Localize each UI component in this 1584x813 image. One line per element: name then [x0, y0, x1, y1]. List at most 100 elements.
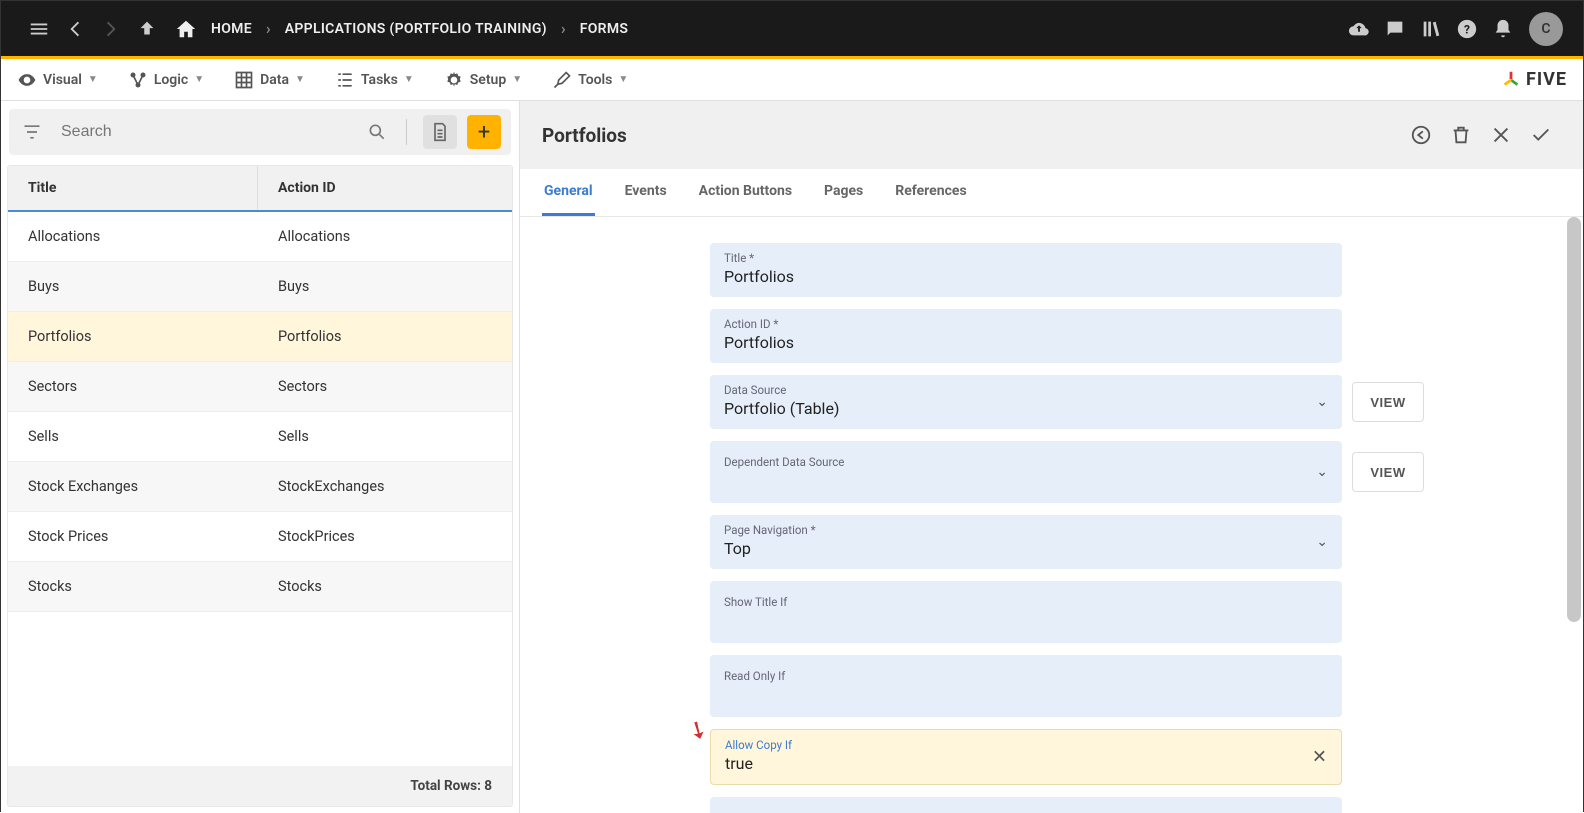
bell-icon[interactable] — [1485, 11, 1521, 47]
chevron-right-icon: › — [266, 19, 271, 38]
left-panel: + Title Action ID AllocationsAllocations… — [1, 101, 519, 813]
menu-icon[interactable] — [21, 11, 57, 47]
forward-icon — [93, 11, 129, 47]
field-read-only-if[interactable]: Read Only If — [710, 655, 1342, 717]
chevron-right-icon: › — [561, 19, 566, 38]
field-allow-copy-label: Allow Copy If — [725, 738, 1327, 752]
field-data-source-value: Portfolio (Table) — [724, 399, 1328, 419]
table-row[interactable]: Stock ExchangesStockExchanges — [8, 462, 512, 512]
menu-tools-label: Tools — [578, 72, 612, 88]
field-show-title-if[interactable]: Show Title If — [710, 581, 1342, 643]
close-icon[interactable] — [1481, 115, 1521, 155]
delete-icon[interactable] — [1441, 115, 1481, 155]
menubar: Visual▼ Logic▼ Data▼ Tasks▼ Setup▼ Tools… — [1, 59, 1583, 101]
right-panel: Portfolios General Events Action Buttons… — [519, 101, 1583, 813]
field-page-nav-label: Page Navigation * — [724, 523, 1328, 537]
table-row[interactable]: StocksStocks — [8, 562, 512, 612]
menu-tasks[interactable]: Tasks▼ — [335, 70, 414, 90]
field-dependent-value — [724, 469, 1328, 489]
table-row[interactable]: SectorsSectors — [8, 362, 512, 412]
field-show-title-label: Show Title If — [724, 595, 1328, 609]
menu-visual[interactable]: Visual▼ — [17, 70, 98, 90]
view-button[interactable]: VIEW — [1352, 382, 1424, 422]
crumb-forms[interactable]: FORMS — [572, 21, 637, 37]
breadcrumb: HOME › APPLICATIONS (PORTFOLIO TRAINING)… — [175, 18, 636, 40]
chevron-down-icon[interactable]: ⌄ — [1316, 464, 1328, 480]
tab-action-buttons[interactable]: Action Buttons — [697, 169, 794, 216]
svg-text:?: ? — [1464, 22, 1470, 36]
view-button[interactable]: VIEW — [1352, 452, 1424, 492]
menu-setup[interactable]: Setup▼ — [444, 70, 522, 90]
add-button[interactable]: + — [467, 115, 501, 149]
menu-tools[interactable]: Tools▼ — [552, 70, 628, 90]
help-icon[interactable]: ? — [1449, 11, 1485, 47]
brand-logo: FIVE — [1500, 69, 1567, 91]
tabs: General Events Action Buttons Pages Refe… — [520, 169, 1583, 217]
menu-logic-label: Logic — [154, 72, 188, 88]
field-allow-copy-value: true — [725, 754, 1327, 774]
tab-events[interactable]: Events — [623, 169, 669, 216]
crumb-applications[interactable]: APPLICATIONS (PORTFOLIO TRAINING) — [277, 21, 555, 37]
field-data-source-label: Data Source — [724, 383, 1328, 397]
table-row[interactable]: SellsSells — [8, 412, 512, 462]
library-icon[interactable] — [1413, 11, 1449, 47]
tab-general[interactable]: General — [542, 169, 595, 216]
menu-setup-label: Setup — [470, 72, 506, 88]
field-data-source[interactable]: Data Source Portfolio (Table) ⌄ — [710, 375, 1342, 429]
form-area: Title * Portfolios Action ID * Portfolio… — [520, 217, 1583, 813]
page-title: Portfolios — [542, 124, 627, 147]
menu-data[interactable]: Data▼ — [234, 70, 305, 90]
menu-data-label: Data — [260, 72, 289, 88]
right-header: Portfolios — [520, 101, 1583, 169]
field-title-value: Portfolios — [724, 267, 1328, 287]
table-row[interactable]: Stock PricesStockPrices — [8, 512, 512, 562]
field-action-id-label: Action ID * — [724, 317, 1328, 331]
field-page-navigation[interactable]: Page Navigation * Top ⌄ — [710, 515, 1342, 569]
check-icon[interactable] — [1521, 115, 1561, 155]
scrollbar[interactable] — [1567, 217, 1581, 622]
col-title[interactable]: Title — [8, 166, 258, 210]
table-row[interactable]: PortfoliosPortfolios — [8, 312, 512, 362]
search-row: + — [9, 109, 511, 155]
table-footer: Total Rows: 8 — [8, 766, 512, 806]
chevron-down-icon[interactable]: ⌄ — [1316, 534, 1328, 550]
list-table: Title Action ID AllocationsAllocations B… — [7, 165, 513, 807]
tab-pages[interactable]: Pages — [822, 169, 865, 216]
search-icon[interactable] — [364, 119, 390, 145]
document-button[interactable] — [423, 115, 457, 149]
field-page-nav-value: Top — [724, 539, 1328, 559]
field-action-id-value: Portfolios — [724, 333, 1328, 353]
avatar[interactable]: C — [1529, 12, 1563, 46]
table-row[interactable]: BuysBuys — [8, 262, 512, 312]
menu-visual-label: Visual — [43, 72, 82, 88]
field-allow-copy-if[interactable]: Allow Copy If true ✕ — [710, 729, 1342, 785]
field-dependent-label: Dependent Data Source — [724, 455, 1328, 469]
menu-logic[interactable]: Logic▼ — [128, 70, 204, 90]
crumb-home[interactable]: HOME — [203, 21, 260, 37]
filter-icon[interactable] — [19, 119, 45, 145]
table-row[interactable]: AllocationsAllocations — [8, 212, 512, 262]
field-title-label: Title * — [724, 251, 1328, 265]
field-dependent-data-source[interactable]: Dependent Data Source ⌄ — [710, 441, 1342, 503]
field-show-title-value — [724, 609, 1328, 629]
field-read-only-label: Read Only If — [724, 669, 1328, 683]
back-icon[interactable] — [57, 11, 93, 47]
cloud-icon[interactable] — [1341, 11, 1377, 47]
field-action-id[interactable]: Action ID * Portfolios — [710, 309, 1342, 363]
col-action[interactable]: Action ID — [258, 166, 512, 210]
main: + Title Action ID AllocationsAllocations… — [1, 101, 1583, 813]
table-header: Title Action ID — [8, 166, 512, 212]
chevron-down-icon[interactable]: ⌄ — [1316, 394, 1328, 410]
field-title[interactable]: Title * Portfolios — [710, 243, 1342, 297]
revert-icon[interactable] — [1401, 115, 1441, 155]
brand-text: FIVE — [1526, 69, 1567, 90]
chat-icon[interactable] — [1377, 11, 1413, 47]
menu-tasks-label: Tasks — [361, 72, 398, 88]
field-read-only-value — [724, 683, 1328, 703]
tab-references[interactable]: References — [893, 169, 968, 216]
up-icon[interactable] — [129, 11, 165, 47]
clear-icon[interactable]: ✕ — [1312, 747, 1327, 768]
field-data-filter[interactable]: Data Filter — [710, 797, 1342, 813]
search-input[interactable] — [55, 117, 354, 147]
topbar: HOME › APPLICATIONS (PORTFOLIO TRAINING)… — [1, 1, 1583, 56]
